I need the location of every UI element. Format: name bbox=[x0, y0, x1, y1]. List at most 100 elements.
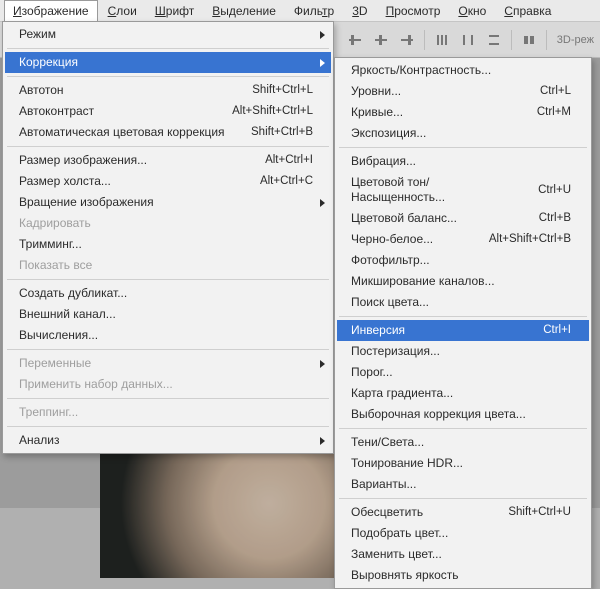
menu-item-label: Автотон bbox=[19, 83, 64, 98]
menu-item-label: Фотофильтр... bbox=[351, 253, 430, 268]
menu-item[interactable]: Микширование каналов... bbox=[337, 271, 589, 292]
menu-item[interactable]: Постеризация... bbox=[337, 341, 589, 362]
menu-separator bbox=[7, 398, 329, 399]
menu-item[interactable]: Кривые...Ctrl+M bbox=[337, 102, 589, 123]
menu-item[interactable]: Черно-белое... Alt+Shift+Ctrl+B bbox=[337, 229, 589, 250]
menubar-item[interactable]: Окно bbox=[450, 1, 494, 21]
menu-item: Применить набор данных... bbox=[5, 374, 331, 395]
menu-item-label: Вычисления... bbox=[19, 328, 98, 343]
menu-item-label: Подобрать цвет... bbox=[351, 526, 448, 541]
distribute-icon[interactable] bbox=[485, 31, 503, 49]
menu-item-shortcut: Ctrl+I bbox=[543, 323, 571, 338]
menu-item[interactable]: Размер холста...Alt+Ctrl+C bbox=[5, 171, 331, 192]
menu-item[interactable]: Порог... bbox=[337, 362, 589, 383]
menu-item[interactable]: АвтотонShift+Ctrl+L bbox=[5, 80, 331, 101]
menu-item-label: Размер изображения... bbox=[19, 153, 147, 168]
menu-item-label: Коррекция bbox=[19, 55, 78, 70]
menu-item[interactable]: Создать дубликат... bbox=[5, 283, 331, 304]
menu-item-label: Выборочная коррекция цвета... bbox=[351, 407, 526, 422]
menubar-item[interactable]: Шрифт bbox=[147, 1, 202, 21]
menu-item-shortcut: Alt+Ctrl+I bbox=[265, 153, 313, 168]
align-icon[interactable] bbox=[398, 31, 416, 49]
menu-item-label: Черно-белое... bbox=[351, 232, 433, 247]
menubar-item[interactable]: 3D bbox=[344, 1, 375, 21]
menu-item-label: Создать дубликат... bbox=[19, 286, 127, 301]
menu-separator bbox=[339, 428, 587, 429]
menu-item[interactable]: Анализ bbox=[5, 430, 331, 451]
menu-item-label: Кривые... bbox=[351, 105, 403, 120]
menubar-item[interactable]: Выделение bbox=[204, 1, 284, 21]
menu-item[interactable]: Автоматическая цветовая коррекцияShift+C… bbox=[5, 122, 331, 143]
menu-item-label: Постеризация... bbox=[351, 344, 440, 359]
menu-item-shortcut: Alt+Shift+Ctrl+L bbox=[232, 104, 313, 119]
menu-item: Треппинг... bbox=[5, 402, 331, 423]
menu-item-label: Тени/Света... bbox=[351, 435, 424, 450]
toolbar-separator bbox=[424, 30, 425, 50]
menu-item-label: Показать все bbox=[19, 258, 92, 273]
menu-item[interactable]: Уровни...Ctrl+L bbox=[337, 81, 589, 102]
menu-item[interactable]: Выровнять яркость bbox=[337, 565, 589, 586]
menubar-item[interactable]: Справка bbox=[496, 1, 559, 21]
menu-item-shortcut: Ctrl+U bbox=[538, 183, 571, 198]
menu-item-shortcut: Shift+Ctrl+U bbox=[508, 505, 571, 520]
menu-item[interactable]: Варианты... bbox=[337, 474, 589, 495]
menu-item[interactable]: Яркость/Контрастность... bbox=[337, 60, 589, 81]
menubar-item[interactable]: Фильтр bbox=[286, 1, 342, 21]
menubar-item[interactable]: Слои bbox=[100, 1, 145, 21]
menu-item-label: Заменить цвет... bbox=[351, 547, 442, 562]
menu-item[interactable]: Коррекция bbox=[5, 52, 331, 73]
menu-item[interactable]: Вращение изображения bbox=[5, 192, 331, 213]
menu-adjustments: Яркость/Контрастность...Уровни...Ctrl+LК… bbox=[334, 57, 592, 589]
menu-item-label: Режим bbox=[19, 27, 56, 42]
align-icon[interactable] bbox=[372, 31, 390, 49]
menu-item-label: Применить набор данных... bbox=[19, 377, 173, 392]
menubar: ИзображениеСлоиШрифтВыделениеФильтр3DПро… bbox=[0, 0, 600, 22]
menu-item[interactable]: Размер изображения... Alt+Ctrl+I bbox=[5, 150, 331, 171]
menu-item[interactable]: АвтоконтрастAlt+Shift+Ctrl+L bbox=[5, 101, 331, 122]
menu-item[interactable]: Внешний канал... bbox=[5, 304, 331, 325]
menu-item-shortcut: Alt+Shift+Ctrl+B bbox=[489, 232, 571, 247]
menu-item[interactable]: Цветовой баланс...Ctrl+B bbox=[337, 208, 589, 229]
menu-item-label: Размер холста... bbox=[19, 174, 111, 189]
menubar-item[interactable]: Просмотр bbox=[378, 1, 449, 21]
menu-item[interactable]: Вычисления... bbox=[5, 325, 331, 346]
distribute-icon[interactable] bbox=[433, 31, 451, 49]
menu-item-label: Треппинг... bbox=[19, 405, 78, 420]
menu-item-shortcut: Ctrl+B bbox=[539, 211, 571, 226]
menu-item[interactable]: Подобрать цвет... bbox=[337, 523, 589, 544]
menu-item[interactable]: Тримминг... bbox=[5, 234, 331, 255]
menu-item-label: Автоматическая цветовая коррекция bbox=[19, 125, 225, 140]
menu-item[interactable]: Поиск цвета... bbox=[337, 292, 589, 313]
menu-item[interactable]: Фотофильтр... bbox=[337, 250, 589, 271]
menu-item[interactable]: Тени/Света... bbox=[337, 432, 589, 453]
align-icon[interactable] bbox=[346, 31, 364, 49]
menu-item[interactable]: Выборочная коррекция цвета... bbox=[337, 404, 589, 425]
submenu-arrow-icon bbox=[320, 59, 325, 67]
menu-item-label: Поиск цвета... bbox=[351, 295, 429, 310]
menu-item[interactable]: Инверсия Ctrl+I bbox=[337, 320, 589, 341]
menu-item[interactable]: Заменить цвет... bbox=[337, 544, 589, 565]
toolbar-separator bbox=[511, 30, 512, 50]
menu-separator bbox=[7, 48, 329, 49]
menubar-item[interactable]: Изображение bbox=[4, 0, 98, 22]
menu-item[interactable]: Цветовой тон/Насыщенность...Ctrl+U bbox=[337, 172, 589, 208]
menu-item[interactable]: Вибрация... bbox=[337, 151, 589, 172]
menu-separator bbox=[7, 426, 329, 427]
menu-item[interactable]: Экспозиция... bbox=[337, 123, 589, 144]
menu-item[interactable]: Тонирование HDR... bbox=[337, 453, 589, 474]
menu-separator bbox=[7, 279, 329, 280]
menu-item[interactable]: Карта градиента... bbox=[337, 383, 589, 404]
menu-item: Кадрировать bbox=[5, 213, 331, 234]
menu-separator bbox=[7, 349, 329, 350]
menu-item-label: Вращение изображения bbox=[19, 195, 154, 210]
distribute-icon[interactable] bbox=[459, 31, 477, 49]
submenu-arrow-icon bbox=[320, 437, 325, 445]
menu-item[interactable]: ОбесцветитьShift+Ctrl+U bbox=[337, 502, 589, 523]
menu-item-label: Выровнять яркость bbox=[351, 568, 459, 583]
mode-3d-label[interactable]: 3D-реж bbox=[557, 34, 594, 46]
menu-separator bbox=[339, 498, 587, 499]
mode-3d-icon[interactable] bbox=[520, 31, 538, 49]
menu-item: Переменные bbox=[5, 353, 331, 374]
menu-item-label: Инверсия bbox=[351, 323, 405, 338]
menu-item[interactable]: Режим bbox=[5, 24, 331, 45]
